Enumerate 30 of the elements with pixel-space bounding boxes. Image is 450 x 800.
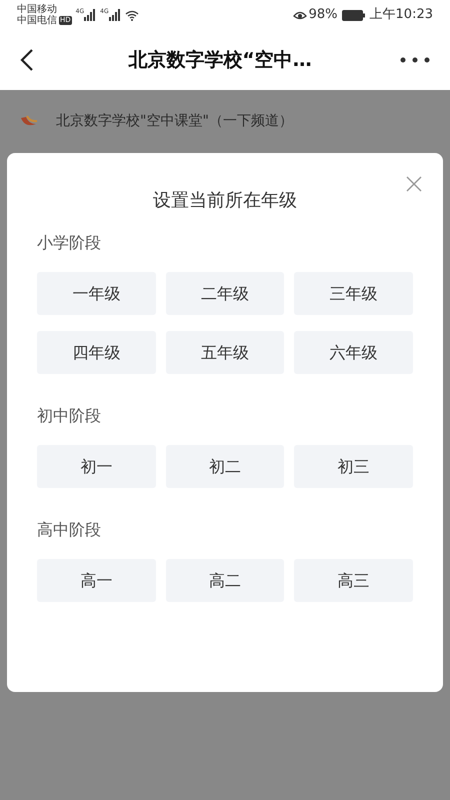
grade-button[interactable]: 高三 xyxy=(294,559,413,602)
grade-button[interactable]: 高一 xyxy=(37,559,156,602)
grade-button[interactable]: 初一 xyxy=(37,445,156,488)
grade-button[interactable]: 一年级 xyxy=(37,272,156,315)
grade-button[interactable]: 初二 xyxy=(166,445,284,488)
grade-button[interactable]: 五年级 xyxy=(166,331,284,374)
page-title: 北京数字学校“空中… xyxy=(127,48,313,73)
section-label: 高中阶段 xyxy=(37,519,102,541)
grade-button[interactable]: 二年级 xyxy=(166,272,284,315)
section-label: 初中阶段 xyxy=(37,405,102,427)
close-icon xyxy=(406,176,422,192)
grade-button[interactable]: 三年级 xyxy=(294,272,413,315)
signal-icon xyxy=(108,9,121,21)
battery-icon xyxy=(342,10,366,20)
grade-button[interactable]: 四年级 xyxy=(37,331,156,374)
grade-button[interactable]: 高二 xyxy=(166,559,284,602)
carrier-name: 中国电信 xyxy=(17,15,57,26)
dialog-title: 设置当前所在年级 xyxy=(152,189,298,213)
wifi-icon xyxy=(124,10,139,20)
battery-percent: 98% xyxy=(308,6,338,24)
channel-name: 北京数字学校"空中课堂"（一下频道） xyxy=(56,112,293,131)
clock-time: 上午10:23 xyxy=(370,6,433,24)
section-label: 小学阶段 xyxy=(37,232,102,254)
carrier-name: 中国移动 xyxy=(17,4,58,15)
more-icon xyxy=(400,57,430,63)
back-icon xyxy=(20,48,34,72)
signal-icon xyxy=(84,9,96,21)
grade-button[interactable]: 六年级 xyxy=(294,331,413,374)
eye-icon xyxy=(292,10,307,20)
grade-button[interactable]: 初三 xyxy=(294,445,413,488)
